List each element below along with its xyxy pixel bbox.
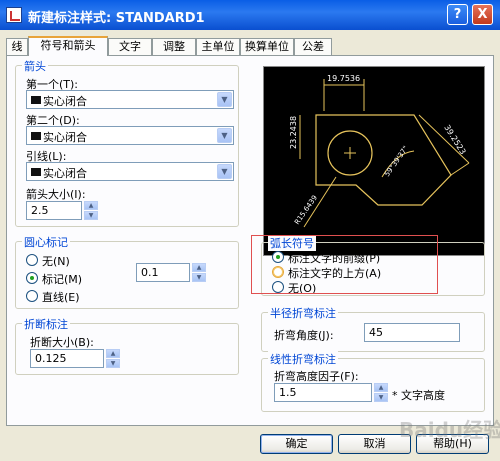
center-none-label: 无(N)	[42, 255, 70, 268]
second-arrow-value: 实心闭合	[43, 131, 87, 144]
jog-angle-label: 折弯角度(J):	[274, 329, 334, 342]
spin-down-icon[interactable]: ▼	[106, 359, 120, 368]
leader-select[interactable]: 实心闭合 ▼	[26, 162, 234, 181]
center-none-radio[interactable]	[26, 254, 38, 266]
jog-height-input[interactable]: 1.5	[274, 383, 372, 402]
arrowheads-title: 箭头	[22, 58, 48, 74]
center-marks-title: 圆心标记	[22, 234, 70, 250]
watermark: Baidu经验	[399, 418, 500, 442]
second-arrow-select[interactable]: 实心闭合 ▼	[26, 126, 234, 145]
leader-value: 实心闭合	[43, 167, 87, 180]
spin-down-icon[interactable]: ▼	[84, 211, 98, 220]
spin-up-icon[interactable]: ▲	[374, 383, 388, 392]
preview-dim-top: 19.7536	[327, 74, 360, 83]
spin-up-icon[interactable]: ▲	[192, 263, 206, 272]
tab-fit[interactable]: 调整	[152, 38, 196, 55]
center-line-radio[interactable]	[26, 290, 38, 302]
jog-height-spinner[interactable]: ▲ ▼	[374, 383, 388, 402]
arrow-swatch-icon	[31, 168, 41, 176]
arrow-size-label: 箭头大小(I):	[26, 188, 86, 201]
tab-alternate-units[interactable]: 换算单位	[240, 38, 294, 55]
arc-length-highlight	[251, 235, 438, 294]
preview-dim-angle: 59°39'37"	[383, 145, 410, 179]
chevron-down-icon[interactable]: ▼	[217, 164, 232, 179]
tab-tolerances[interactable]: 公差	[294, 38, 332, 55]
center-marks-group: 圆心标记 无(N) 标记(M) 直线(E) 0.1 ▲ ▼	[15, 234, 239, 309]
title-bar: 新建标注样式: STANDARD1 ? X	[0, 0, 500, 30]
arrowheads-group: 箭头 第一个(T): 实心闭合 ▼ 第二个(D): 实心闭合 ▼ 引线(L): …	[15, 58, 239, 227]
center-size-input[interactable]: 0.1	[136, 263, 190, 282]
spin-up-icon[interactable]: ▲	[84, 201, 98, 210]
chevron-down-icon[interactable]: ▼	[217, 92, 232, 107]
arrow-size-input[interactable]: 2.5	[26, 201, 82, 220]
tab-text[interactable]: 文字	[108, 38, 152, 55]
preview-dim-left: 23.2438	[289, 116, 298, 149]
dimension-preview: 19.7536 23.2438 39.2523 59°39'37" R15.64…	[263, 66, 485, 256]
text-height-suffix: * 文字高度	[392, 389, 445, 402]
jog-height-label: 折弯高度因子(F):	[274, 370, 359, 383]
break-size-label: 折断大小(B):	[30, 336, 94, 349]
chevron-down-icon[interactable]: ▼	[217, 128, 232, 143]
break-size-input[interactable]: 0.125	[30, 349, 104, 368]
ok-button[interactable]: 确定	[260, 434, 333, 454]
spin-up-icon[interactable]: ▲	[106, 349, 120, 358]
help-button[interactable]: ?	[447, 4, 468, 25]
radius-jog-group: 半径折弯标注 折弯角度(J): 45	[261, 305, 485, 352]
linear-jog-group: 线性折弯标注 折弯高度因子(F): 1.5 ▲ ▼ * 文字高度	[261, 351, 485, 412]
arrow-size-spinner[interactable]: ▲ ▼	[84, 201, 98, 220]
preview-dim-right: 39.2523	[442, 123, 467, 156]
center-size-spinner[interactable]: ▲ ▼	[192, 263, 206, 282]
tab-panel: 箭头 第一个(T): 实心闭合 ▼ 第二个(D): 实心闭合 ▼ 引线(L): …	[6, 55, 494, 426]
first-arrow-select[interactable]: 实心闭合 ▼	[26, 90, 234, 109]
preview-drawing: 19.7536 23.2438 39.2523 59°39'37" R15.64…	[289, 74, 470, 228]
break-title: 折断标注	[22, 316, 70, 332]
center-mark-radio[interactable]	[26, 272, 38, 284]
jog-angle-input[interactable]: 45	[364, 323, 460, 342]
arrow-swatch-icon	[31, 132, 41, 140]
break-size-spinner[interactable]: ▲ ▼	[106, 349, 120, 368]
first-arrow-value: 实心闭合	[43, 95, 87, 108]
arrow-swatch-icon	[31, 96, 41, 104]
break-group: 折断标注 折断大小(B): 0.125 ▲ ▼	[15, 316, 239, 375]
tab-primary-units[interactable]: 主单位	[196, 38, 240, 55]
tab-symbols-arrows[interactable]: 符号和箭头	[28, 36, 108, 56]
spin-down-icon[interactable]: ▼	[374, 393, 388, 402]
tab-lines[interactable]: 线	[6, 38, 28, 55]
app-icon	[6, 7, 22, 23]
close-button[interactable]: X	[472, 4, 493, 25]
center-mark-label: 标记(M)	[42, 273, 83, 286]
spin-down-icon[interactable]: ▼	[192, 273, 206, 282]
radius-jog-title: 半径折弯标注	[268, 305, 338, 321]
linear-jog-title: 线性折弯标注	[268, 351, 338, 367]
center-line-label: 直线(E)	[42, 291, 80, 304]
window-title: 新建标注样式: STANDARD1	[28, 11, 205, 26]
